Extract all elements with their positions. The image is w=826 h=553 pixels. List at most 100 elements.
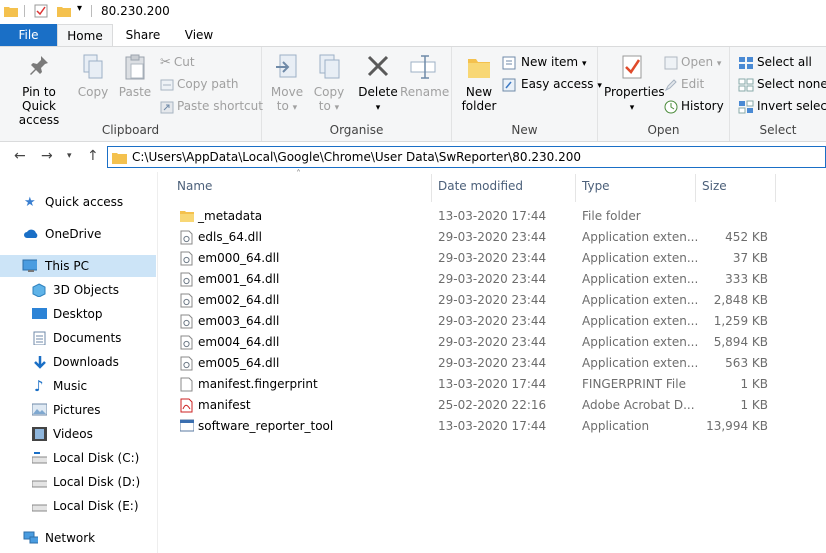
file-row[interactable]: em004_64.dll 29-03-2020 23:44 Application …	[159, 332, 826, 353]
column-header-name[interactable]: Name	[177, 179, 212, 193]
star-icon: ★	[24, 195, 36, 210]
tab-share[interactable]: Share	[116, 24, 170, 46]
column-header-date[interactable]: Date modified	[438, 179, 523, 193]
column-header-size[interactable]: Size	[702, 179, 727, 193]
edit-label: Edit	[681, 77, 705, 91]
tab-file[interactable]: File	[0, 24, 57, 46]
open-button[interactable]: Open ▾	[664, 53, 721, 71]
file-icon	[180, 377, 193, 392]
edit-button[interactable]: Edit	[664, 75, 704, 93]
select-none-button[interactable]: Select none	[738, 75, 826, 93]
tab-view[interactable]: View	[172, 24, 226, 46]
file-row[interactable]: em002_64.dll 29-03-2020 23:44 Application …	[159, 290, 826, 311]
column-header-type[interactable]: Type	[582, 179, 610, 193]
column-divider[interactable]	[775, 174, 776, 202]
nav-label: Documents	[53, 331, 122, 345]
nav-item-onedrive[interactable]: OneDrive	[0, 223, 157, 245]
file-name: software_reporter_tool	[198, 419, 334, 433]
forward-arrow-icon[interactable]: →	[41, 148, 53, 164]
recent-locations-chevron-icon[interactable]: ▾	[67, 151, 72, 161]
delete-x-icon	[367, 55, 389, 77]
organise-group-label: Organise	[329, 123, 384, 137]
move-to-label-1: Move	[270, 85, 304, 99]
back-arrow-icon[interactable]: ←	[14, 148, 26, 164]
dll-icon	[180, 314, 193, 329]
easy-access-button[interactable]: Easy access ▾	[502, 75, 602, 93]
title-bar: ▾ 80.230.200	[0, 0, 826, 24]
cloud-icon	[24, 229, 38, 238]
select-group: Select all Select none Invert selectio S…	[730, 47, 826, 141]
dll-icon	[180, 272, 193, 287]
rename-button[interactable]: Rename	[400, 53, 449, 99]
nav-item-pictures[interactable]: Pictures	[0, 399, 157, 421]
pdf-icon	[180, 398, 193, 413]
file-row[interactable]: edls_64.dll 29-03-2020 23:44 Application e…	[159, 227, 826, 248]
copy-to-button[interactable]: Copy to ▾	[312, 53, 346, 115]
nav-item-network[interactable]: Network	[0, 527, 157, 549]
nav-item-documents[interactable]: Documents	[0, 327, 157, 349]
nav-item-quick-access[interactable]: ★ Quick access	[0, 191, 157, 213]
paste-button[interactable]: Paste	[116, 53, 154, 99]
new-group: New folder New item ▾ Easy access ▾ New	[452, 47, 602, 141]
file-row[interactable]: software_reporter_tool 13-03-2020 17:44 Ap…	[159, 416, 826, 437]
copy-to-label-1: Copy	[313, 85, 345, 99]
column-divider[interactable]	[575, 174, 576, 202]
delete-label: Delete	[358, 85, 398, 99]
invert-selection-button[interactable]: Invert selectio	[738, 97, 826, 115]
new-group-label: New	[511, 123, 538, 137]
column-divider[interactable]	[431, 174, 432, 202]
pin-to-quick-access-button[interactable]: Pin to Quick access	[4, 53, 74, 127]
dll-icon	[180, 230, 193, 245]
file-name: em000_64.dll	[198, 251, 280, 265]
copy-path-button[interactable]: Copy path	[160, 75, 239, 93]
rename-icon	[410, 55, 436, 79]
nav-item-local-disk-c[interactable]: Local Disk (C:)	[0, 447, 157, 469]
file-row[interactable]: em003_64.dll 29-03-2020 23:44 Application …	[159, 311, 826, 332]
cut-button[interactable]: ✂ Cut	[160, 53, 195, 71]
window-title: 80.230.200	[101, 4, 170, 18]
select-all-button[interactable]: Select all	[738, 53, 812, 71]
copy-path-label: Copy path	[177, 77, 239, 91]
move-to-button[interactable]: Move to ▾	[270, 53, 304, 115]
file-name: em004_64.dll	[198, 335, 280, 349]
file-row[interactable]: manifest.fingerprint 13-03-2020 17:44 FING…	[159, 374, 826, 395]
nav-label: Desktop	[53, 307, 103, 321]
nav-item-this-pc[interactable]: This PC	[0, 255, 156, 277]
copy-button[interactable]: Copy	[76, 53, 110, 99]
new-item-button[interactable]: New item ▾	[502, 53, 586, 71]
tab-home[interactable]: Home	[57, 24, 113, 46]
nav-item-local-disk-e[interactable]: Local Disk (E:)	[0, 495, 157, 517]
copy-to-label-2: to	[318, 99, 331, 113]
nav-item-music[interactable]: ♪ Music	[0, 375, 157, 397]
nav-item-desktop[interactable]: Desktop	[0, 303, 157, 325]
file-size: 333 KB	[725, 272, 768, 286]
move-to-icon	[276, 54, 297, 78]
nav-item-local-disk-d[interactable]: Local Disk (D:)	[0, 471, 157, 493]
file-row[interactable]: manifest 25-02-2020 22:16 Adobe Acrobat D.…	[159, 395, 826, 416]
paste-shortcut-button[interactable]: Paste shortcut	[160, 97, 263, 115]
file-row[interactable]: _metadata 13-03-2020 17:44 File folder	[159, 206, 826, 227]
easy-access-label: Easy access	[521, 77, 594, 91]
customize-dropdown-icon[interactable]: ▾	[77, 3, 82, 14]
history-button[interactable]: History	[664, 97, 724, 115]
ribbon: Pin to Quick access Copy Paste ✂ Cut Copy…	[0, 46, 826, 142]
file-row[interactable]: em000_64.dll 29-03-2020 23:44 Application …	[159, 248, 826, 269]
column-divider[interactable]	[695, 174, 696, 202]
nav-item-downloads[interactable]: Downloads	[0, 351, 157, 373]
new-folder-quick-icon[interactable]	[57, 5, 71, 17]
delete-button[interactable]: Delete ▾	[358, 53, 398, 115]
address-bar-row: ← → ▾ ↑ C:\Users\AppData\Local\Google\Ch…	[0, 142, 826, 172]
address-bar[interactable]: C:\Users\AppData\Local\Google\Chrome\Use…	[107, 146, 826, 168]
file-row[interactable]: em001_64.dll 29-03-2020 23:44 Application …	[159, 269, 826, 290]
nav-item-3d-objects[interactable]: 3D Objects	[0, 279, 157, 301]
chevron-down-icon: ▾	[334, 103, 340, 113]
nav-item-videos[interactable]: Videos	[0, 423, 157, 445]
properties-button[interactable]: Properties ▾	[604, 53, 665, 115]
new-folder-button[interactable]: New folder	[460, 53, 498, 113]
chevron-down-icon: ▾	[581, 59, 587, 69]
up-arrow-icon[interactable]: ↑	[87, 148, 99, 164]
properties-quick-icon[interactable]	[34, 4, 48, 18]
new-folder-icon	[468, 59, 490, 78]
pictures-icon	[32, 403, 47, 416]
file-row[interactable]: em005_64.dll 29-03-2020 23:44 Application …	[159, 353, 826, 374]
